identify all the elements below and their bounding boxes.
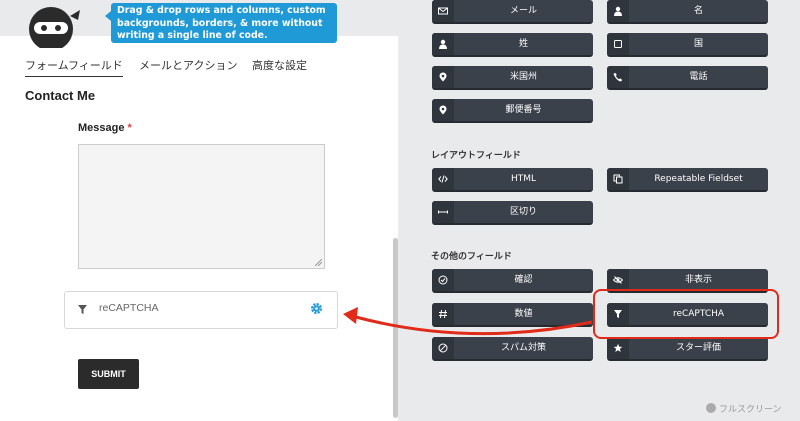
recaptcha-field-label: reCAPTCHA bbox=[99, 302, 159, 314]
field-button-label: 名 bbox=[693, 6, 703, 16]
eye-slash-icon bbox=[607, 269, 629, 291]
field-button-html[interactable]: HTML bbox=[432, 168, 593, 192]
hash-icon bbox=[432, 303, 454, 325]
ninja-logo-icon bbox=[29, 7, 80, 48]
user-icon bbox=[432, 33, 454, 55]
other-section-title: その他のフィールド bbox=[431, 252, 512, 262]
recaptcha-field[interactable]: reCAPTCHA bbox=[64, 291, 338, 329]
fullscreen-label: フルスクリーン bbox=[719, 405, 782, 415]
map-pin-icon bbox=[432, 66, 454, 88]
field-button-zip[interactable]: 郵便番号 bbox=[432, 99, 593, 123]
phone-icon bbox=[607, 66, 629, 88]
message-textarea[interactable] bbox=[78, 144, 325, 269]
star-icon bbox=[607, 337, 629, 359]
message-label-text: Message bbox=[78, 122, 125, 134]
code-icon bbox=[432, 168, 454, 190]
field-button-label: 国 bbox=[693, 39, 703, 49]
field-button-email[interactable]: メール bbox=[432, 0, 593, 24]
tab-form-fields[interactable]: フォームフィールド bbox=[25, 57, 123, 77]
field-button-first-name[interactable]: 名 bbox=[607, 0, 768, 24]
form-preview-pane: Drag & drop rows and columns, custom bac… bbox=[0, 0, 398, 421]
fullscreen-link[interactable]: フルスクリーン bbox=[706, 402, 782, 415]
ban-icon bbox=[432, 337, 454, 359]
tab-emails-actions[interactable]: メールとアクション bbox=[139, 57, 237, 73]
field-button-confirm[interactable]: 確認 bbox=[432, 269, 593, 293]
gear-icon[interactable] bbox=[310, 302, 323, 315]
check-circle-icon bbox=[432, 269, 454, 291]
field-button-label: 姓 bbox=[518, 39, 528, 49]
tab-advanced[interactable]: 高度な設定 bbox=[252, 57, 307, 73]
field-picker-pane: メール 名 姓 国 米国州 電話 郵便番号 レイアウトフィールド HTML Re… bbox=[400, 0, 800, 421]
field-button-label: 米国州 bbox=[509, 72, 537, 82]
fullscreen-icon bbox=[706, 403, 716, 413]
layout-section-title: レイアウトフィールド bbox=[431, 151, 521, 161]
field-button-divider[interactable]: 区切り bbox=[432, 201, 593, 225]
field-button-label: 数値 bbox=[514, 309, 533, 319]
field-button-spam[interactable]: スパム対策 bbox=[432, 337, 593, 361]
field-button-label: スパム対策 bbox=[500, 343, 546, 353]
scrollbar[interactable] bbox=[393, 238, 398, 418]
field-button-last-name[interactable]: 姓 bbox=[432, 33, 593, 57]
tooltip-text: Drag & drop rows and columns, custom bac… bbox=[117, 5, 326, 41]
field-button-label: HTML bbox=[510, 174, 537, 184]
square-icon bbox=[607, 33, 629, 55]
field-button-label: 区切り bbox=[509, 207, 537, 217]
submit-button[interactable]: SUBMIT bbox=[78, 359, 139, 389]
copy-icon bbox=[607, 168, 629, 190]
field-button-label: 電話 bbox=[689, 72, 708, 82]
field-button-label: 郵便番号 bbox=[505, 105, 542, 115]
form-title: Contact Me bbox=[25, 88, 96, 103]
message-label: Message * bbox=[78, 122, 132, 134]
field-button-country[interactable]: 国 bbox=[607, 33, 768, 57]
field-button-label: Repeatable Fieldset bbox=[654, 174, 743, 184]
envelope-icon bbox=[432, 0, 454, 22]
field-button-label: 確認 bbox=[514, 275, 533, 285]
recaptcha-highlight-box bbox=[593, 289, 779, 339]
required-mark: * bbox=[127, 122, 132, 134]
field-button-star-rating[interactable]: スター評価 bbox=[607, 337, 768, 361]
resize-handle-icon[interactable] bbox=[315, 259, 322, 266]
field-button-label: メール bbox=[509, 6, 537, 16]
field-button-label: 非表示 bbox=[684, 275, 712, 285]
filter-icon bbox=[78, 305, 87, 314]
field-button-label: スター評価 bbox=[675, 343, 721, 353]
field-button-repeatable-fieldset[interactable]: Repeatable Fieldset bbox=[607, 168, 768, 192]
field-button-phone[interactable]: 電話 bbox=[607, 66, 768, 90]
field-button-us-state[interactable]: 米国州 bbox=[432, 66, 593, 90]
divider-icon bbox=[432, 201, 454, 223]
tooltip: Drag & drop rows and columns, custom bac… bbox=[105, 3, 337, 43]
user-icon bbox=[607, 0, 629, 22]
field-button-number[interactable]: 数値 bbox=[432, 303, 593, 327]
map-pin-icon bbox=[432, 99, 454, 121]
